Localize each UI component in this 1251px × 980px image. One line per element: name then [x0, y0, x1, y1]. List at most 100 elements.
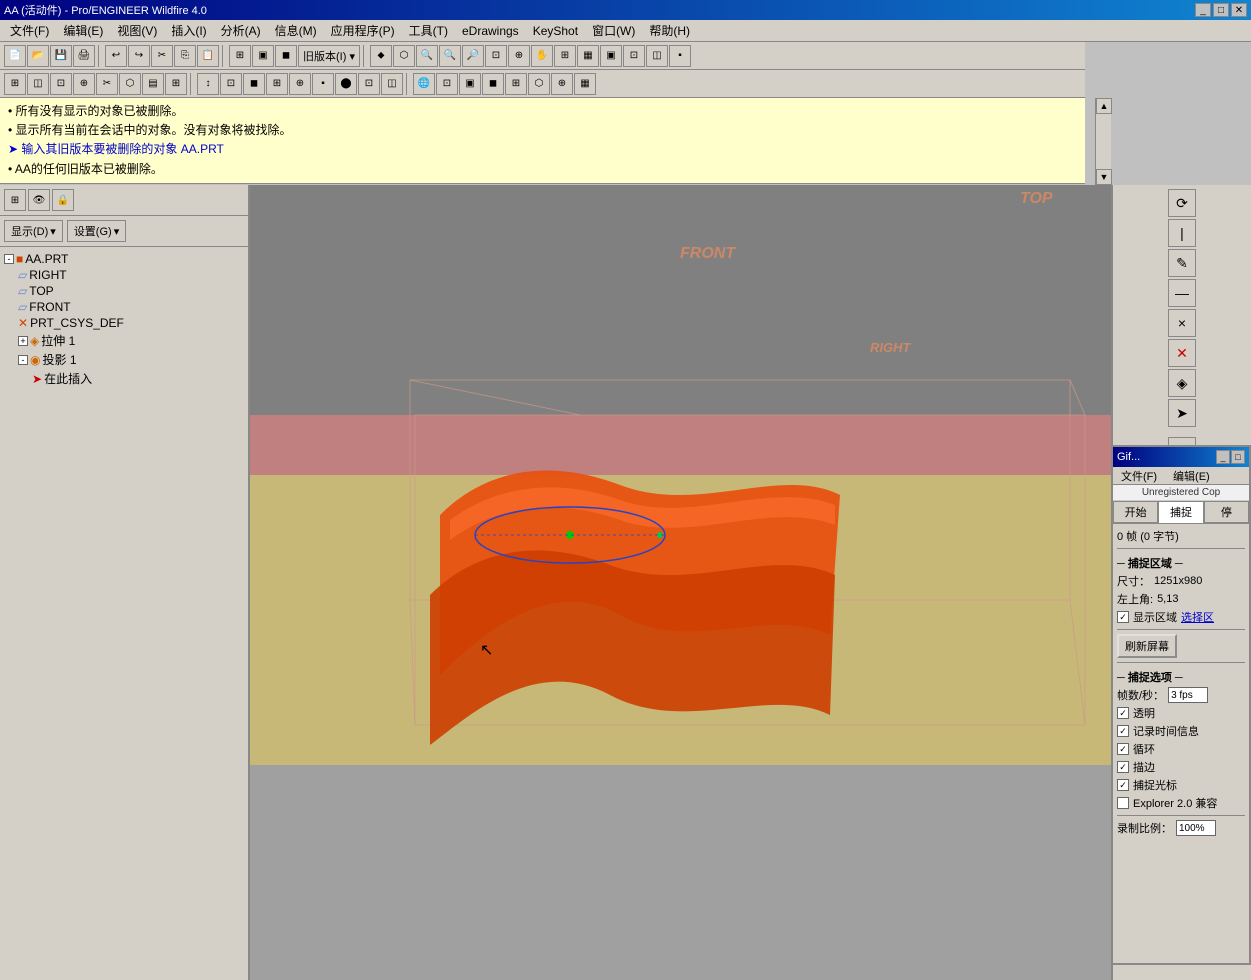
paste2-btn[interactable]: ◫: [646, 45, 668, 67]
gif-timestamp-checkbox[interactable]: [1117, 725, 1129, 737]
tree-item-insert-here[interactable]: ➤ 在此插入: [4, 369, 244, 388]
tree-item-front[interactable]: ▱ FRONT: [4, 299, 244, 315]
t2-2[interactable]: ◫: [27, 73, 49, 95]
gif-fps-input[interactable]: [1168, 687, 1208, 703]
rt-btn-8[interactable]: ➤: [1168, 399, 1196, 427]
repaint-btn[interactable]: ⊞: [229, 45, 251, 67]
paste-btn[interactable]: 📋: [197, 45, 219, 67]
t2-14[interactable]: ▪: [312, 73, 334, 95]
gif-select-btn[interactable]: 选择区: [1181, 609, 1214, 625]
t2-15[interactable]: ⬤: [335, 73, 357, 95]
gif-cursor-checkbox[interactable]: [1117, 779, 1129, 791]
expand-aa-prt[interactable]: -: [4, 254, 14, 264]
gif-minimize-btn[interactable]: _: [1216, 450, 1230, 464]
t2-5[interactable]: ✂: [96, 73, 118, 95]
scroll-down[interactable]: ▼: [1096, 169, 1112, 185]
open-btn[interactable]: 📂: [27, 45, 49, 67]
t2-16[interactable]: ⊡: [358, 73, 380, 95]
tree-item-extrude[interactable]: + ◈ 拉伸 1: [4, 331, 244, 350]
menu-info[interactable]: 信息(M): [269, 20, 323, 41]
titlebar-controls[interactable]: _ □ ✕: [1195, 3, 1247, 17]
undo-btn[interactable]: ↩: [105, 45, 127, 67]
t2-13[interactable]: ⊕: [289, 73, 311, 95]
rt-btn-5[interactable]: ×: [1168, 309, 1196, 337]
t2-9[interactable]: ↕: [197, 73, 219, 95]
menu-insert[interactable]: 插入(I): [165, 20, 212, 41]
tree-item-aa-prt[interactable]: - ■ AA.PRT: [4, 251, 244, 267]
minimize-button[interactable]: _: [1195, 3, 1211, 17]
gif-maximize-btn[interactable]: □: [1231, 450, 1245, 464]
rt-btn-4[interactable]: —: [1168, 279, 1196, 307]
t2-6[interactable]: ⬡: [119, 73, 141, 95]
t2-19[interactable]: ⊡: [436, 73, 458, 95]
gif-panel-title-controls[interactable]: _ □: [1216, 450, 1245, 464]
gif-tab-start[interactable]: 开始: [1113, 501, 1158, 523]
rt-btn-1[interactable]: ⟳: [1168, 189, 1196, 217]
display-dropdown-btn[interactable]: 显示(D) ▾: [4, 220, 63, 242]
tree-item-top[interactable]: ▱ TOP: [4, 283, 244, 299]
version-dropdown[interactable]: 旧版本(I) ▾: [298, 45, 360, 67]
gif-transparent-checkbox[interactable]: [1117, 707, 1129, 719]
scroll-up[interactable]: ▲: [1096, 98, 1112, 114]
viewport[interactable]: TOP FRONT RIGHT: [250, 185, 1111, 980]
t2-4[interactable]: ⊕: [73, 73, 95, 95]
spin-btn[interactable]: 🔍: [416, 45, 438, 67]
print-btn[interactable]: 🖨: [73, 45, 95, 67]
shade-btn[interactable]: ◼: [275, 45, 297, 67]
t2-12[interactable]: ⊞: [266, 73, 288, 95]
redo-btn[interactable]: ↪: [128, 45, 150, 67]
gif-menu-file[interactable]: 文件(F): [1117, 468, 1161, 484]
t2-23[interactable]: ⬡: [528, 73, 550, 95]
zoomin-btn[interactable]: 🔍: [439, 45, 461, 67]
t2-17[interactable]: ◫: [381, 73, 403, 95]
panel-grid-btn[interactable]: ⊞: [4, 189, 26, 211]
feat-btn[interactable]: ⬥: [370, 45, 392, 67]
menu-analysis[interactable]: 分析(A): [215, 20, 267, 41]
expand-project[interactable]: -: [18, 355, 28, 365]
t2-20[interactable]: ▣: [459, 73, 481, 95]
menu-file[interactable]: 文件(F): [4, 20, 55, 41]
snap-btn[interactable]: ⊞: [554, 45, 576, 67]
datum-btn[interactable]: ⬡: [393, 45, 415, 67]
gif-loop-checkbox[interactable]: [1117, 743, 1129, 755]
gif-ratio-input[interactable]: [1176, 820, 1216, 836]
t2-8[interactable]: ⊞: [165, 73, 187, 95]
t2-22[interactable]: ⊞: [505, 73, 527, 95]
menu-keyshot[interactable]: KeyShot: [527, 22, 584, 40]
gif-tab-stop[interactable]: 停: [1204, 501, 1249, 523]
menu-window[interactable]: 窗口(W): [586, 20, 641, 41]
orient-btn[interactable]: ⊕: [508, 45, 530, 67]
tree-item-right[interactable]: ▱ RIGHT: [4, 267, 244, 283]
panel-lock-btn[interactable]: 🔒: [52, 189, 74, 211]
pan-btn[interactable]: ✋: [531, 45, 553, 67]
panel-eye-btn[interactable]: 👁: [28, 189, 50, 211]
gif-refresh-btn[interactable]: 刷新屏幕: [1117, 634, 1177, 658]
gif-displayarea-checkbox[interactable]: [1117, 611, 1129, 623]
maximize-button[interactable]: □: [1213, 3, 1229, 17]
t2-11[interactable]: ◼: [243, 73, 265, 95]
gif-tab-capture[interactable]: 捕捉: [1158, 501, 1203, 523]
extra1-btn[interactable]: ▪: [669, 45, 691, 67]
menu-help[interactable]: 帮助(H): [643, 20, 696, 41]
zoomout-btn[interactable]: 🔎: [462, 45, 484, 67]
menu-tools[interactable]: 工具(T): [403, 20, 454, 41]
t2-24[interactable]: ⊕: [551, 73, 573, 95]
settings-dropdown-btn[interactable]: 设置(G) ▾: [67, 220, 126, 242]
menu-edit[interactable]: 编辑(E): [57, 20, 109, 41]
message-scrollbar[interactable]: ▲ ▼: [1095, 98, 1111, 185]
model-btn[interactable]: ▣: [600, 45, 622, 67]
cut-btn[interactable]: ✂: [151, 45, 173, 67]
gif-menu-edit[interactable]: 编辑(E): [1169, 468, 1214, 484]
rt-btn-6[interactable]: ✕: [1168, 339, 1196, 367]
tree-item-csys[interactable]: ✕ PRT_CSYS_DEF: [4, 315, 244, 331]
copy-btn[interactable]: ⎘: [174, 45, 196, 67]
t2-7[interactable]: ▤: [142, 73, 164, 95]
rt-btn-7[interactable]: ◈: [1168, 369, 1196, 397]
t2-10[interactable]: ⊡: [220, 73, 242, 95]
menu-edrawings[interactable]: eDrawings: [456, 22, 525, 40]
menu-view[interactable]: 视图(V): [111, 20, 163, 41]
expand-extrude[interactable]: +: [18, 336, 28, 346]
rt-btn-2[interactable]: |: [1168, 219, 1196, 247]
gif-border-checkbox[interactable]: [1117, 761, 1129, 773]
close-button[interactable]: ✕: [1231, 3, 1247, 17]
